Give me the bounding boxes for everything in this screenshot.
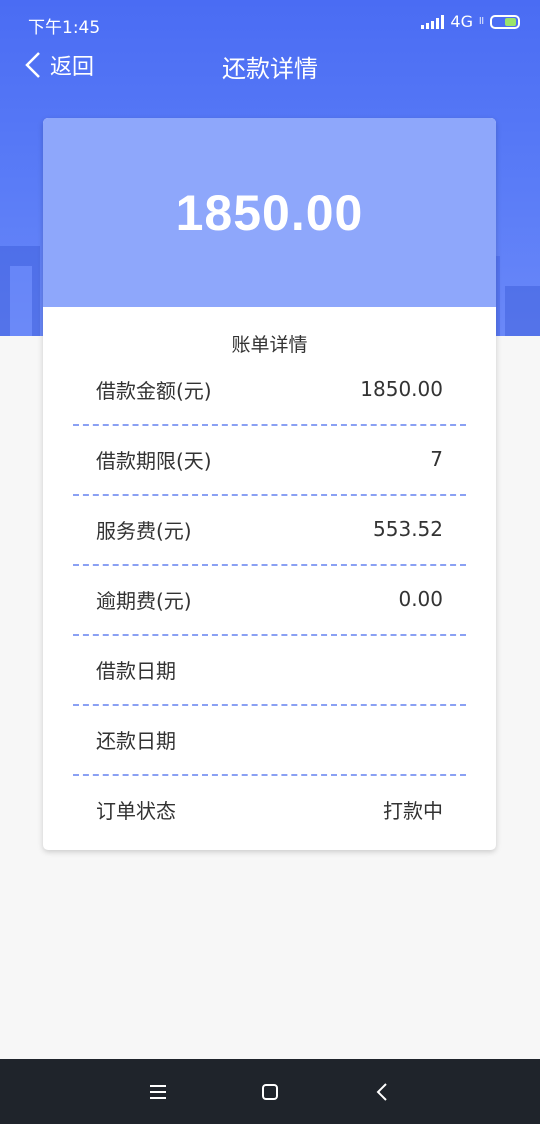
amount-panel: 1850.00 xyxy=(43,118,496,307)
top-navigation: 返回 还款详情 xyxy=(0,46,540,84)
row-value: 1850.00 xyxy=(360,377,443,401)
row-value: 0.00 xyxy=(398,587,443,611)
bill-section-title: 账单详情 xyxy=(231,334,308,356)
chevron-left-icon xyxy=(376,1082,387,1101)
list-item-loan-amount: 借款金额(元) 1850.00 xyxy=(73,354,466,424)
row-value: 553.52 xyxy=(373,517,443,541)
list-item-repay-date: 还款日期 xyxy=(73,704,466,774)
status-badge: 打款中 xyxy=(383,798,443,823)
list-item-overdue-fee: 逾期费(元) 0.00 xyxy=(73,564,466,634)
signal-icon xyxy=(421,14,445,29)
list-item-order-status: 订单状态 打款中 xyxy=(73,774,466,844)
list-item-service-fee: 服务费(元) 553.52 xyxy=(73,494,466,564)
repayment-card: 1850.00 账单详情 借款金额(元) 1850.00 借款期限(天) 7 服… xyxy=(43,118,496,850)
square-icon xyxy=(262,1083,278,1100)
status-bar: 下午1:45 4G ll xyxy=(0,0,540,46)
menu-button[interactable] xyxy=(128,1059,188,1124)
home-button[interactable] xyxy=(240,1059,300,1124)
network-signal-sub: ll xyxy=(478,16,484,27)
total-amount: 1850.00 xyxy=(175,184,364,241)
row-value: 7 xyxy=(430,447,443,471)
list-item-loan-date: 借款日期 xyxy=(73,634,466,704)
list-item-loan-term: 借款期限(天) 7 xyxy=(73,424,466,494)
network-type: 4G xyxy=(450,12,473,31)
row-label: 订单状态 xyxy=(96,798,176,823)
system-back-button[interactable] xyxy=(352,1059,412,1124)
status-time: 下午1:45 xyxy=(28,18,101,38)
row-label: 借款期限(天) xyxy=(96,448,212,473)
row-label: 借款金额(元) xyxy=(96,378,212,403)
row-label: 还款日期 xyxy=(96,728,176,753)
row-label: 服务费(元) xyxy=(96,518,192,543)
row-label: 逾期费(元) xyxy=(96,588,192,613)
battery-icon xyxy=(490,14,520,29)
system-navigation-bar xyxy=(0,1059,540,1124)
page-title: 还款详情 xyxy=(222,55,318,83)
row-label: 借款日期 xyxy=(96,658,176,683)
menu-icon xyxy=(150,1084,166,1099)
status-indicators: 4G ll xyxy=(421,12,520,31)
